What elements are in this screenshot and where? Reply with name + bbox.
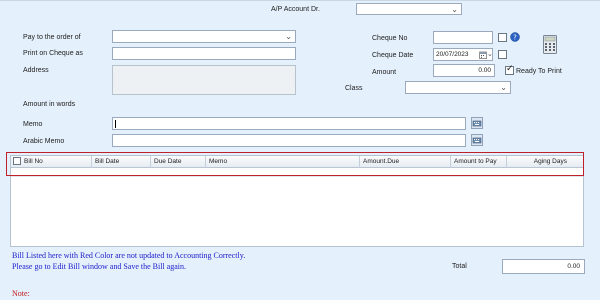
ap-account-label: A/P Account Dr.	[271, 6, 320, 13]
help-icon[interactable]: ?	[510, 32, 520, 42]
cheque-date-value: 20/07/2023	[436, 51, 469, 58]
class-combo[interactable]: ⌄	[405, 81, 511, 94]
memo-label: Memo	[23, 121, 43, 128]
memo-keyboard-button[interactable]	[471, 117, 483, 129]
grid-highlight-frame	[6, 152, 584, 176]
chevron-down-icon: ⌄	[487, 51, 493, 58]
total-label: Total	[452, 263, 467, 270]
amount-in-words-label: Amount in words	[23, 101, 76, 108]
cheque-date-picker[interactable]: 20/07/2023 ⌄	[433, 48, 493, 61]
amount-value: 0.00	[478, 67, 491, 74]
total-input[interactable]: 0.00	[502, 259, 585, 274]
memo-input[interactable]	[112, 117, 466, 130]
ready-to-print-label: Ready To Print	[516, 68, 562, 75]
keyboard-icon	[472, 120, 482, 127]
cheque-no-input[interactable]	[433, 31, 493, 44]
arabic-memo-input[interactable]	[112, 134, 466, 147]
arabic-memo-label: Arabic Memo	[23, 138, 65, 145]
address-textarea[interactable]	[112, 65, 296, 95]
pay-to-combo[interactable]: ⌄	[112, 30, 296, 43]
chevron-down-icon: ⌄	[285, 32, 292, 41]
print-on-cheque-label: Print on Cheque as	[23, 50, 83, 57]
keyboard-icon	[472, 137, 482, 144]
arabic-memo-keyboard-button[interactable]	[471, 134, 483, 146]
total-value: 0.00	[567, 263, 580, 270]
chevron-down-icon: ⌄	[500, 83, 507, 92]
ready-to-print-checkbox[interactable]	[505, 64, 514, 75]
address-label: Address	[23, 67, 49, 74]
ap-account-combo[interactable]: ⌄	[356, 3, 462, 15]
cheque-date-label: Cheque Date	[372, 52, 414, 59]
print-on-cheque-input[interactable]	[112, 47, 296, 60]
cheque-no-label: Cheque No	[372, 35, 408, 42]
pay-to-label: Pay to the order of	[23, 34, 81, 41]
warning-line-1: Bill Listed here with Red Color are not …	[12, 251, 246, 260]
text-cursor	[115, 120, 116, 128]
chevron-down-icon: ⌄	[451, 5, 458, 14]
cheque-date-checkbox[interactable]	[498, 50, 507, 59]
amount-input[interactable]: 0.00	[433, 64, 495, 77]
note-label: Note:	[12, 289, 30, 298]
calendar-icon[interactable]	[479, 51, 487, 59]
top-border	[0, 0, 600, 1]
class-label: Class	[345, 85, 363, 92]
amount-label: Amount	[372, 69, 397, 76]
warning-line-2: Please go to Edit Bill window and Save t…	[12, 262, 186, 271]
calculator-icon[interactable]	[543, 35, 557, 54]
cheque-no-checkbox[interactable]	[498, 33, 507, 42]
svg-text:?: ?	[513, 34, 517, 42]
